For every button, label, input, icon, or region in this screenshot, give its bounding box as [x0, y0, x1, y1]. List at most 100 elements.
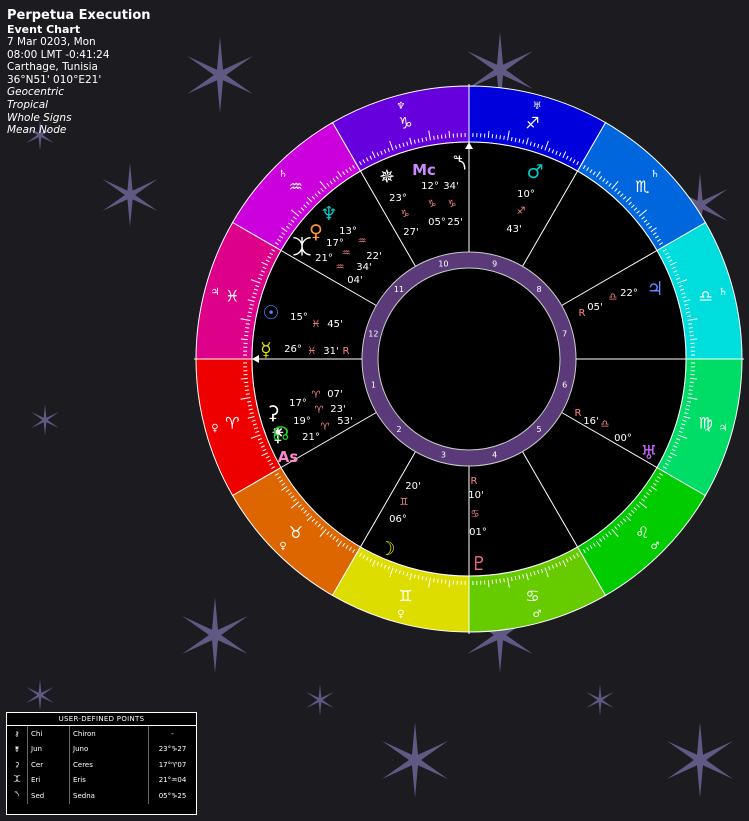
house-number-5: 5 — [536, 425, 541, 434]
planet-min: 22' — [366, 251, 381, 262]
planet-min: 06° — [389, 514, 407, 525]
tick — [688, 393, 693, 395]
sign-glyph-sagittarius: ♐ — [525, 113, 539, 132]
sign-glyph-virgo: ♍ — [698, 413, 712, 432]
house-number-4: 4 — [492, 451, 497, 460]
sign-glyph-leo: ♌ — [635, 523, 649, 542]
planet-glyph-pluto: ♇ — [470, 553, 487, 575]
planet-deg: 21° — [315, 253, 333, 264]
sign-glyph-cancer: ♋ — [525, 587, 539, 606]
planet-deg: 21° — [302, 432, 320, 443]
planet-min: 25' — [447, 217, 462, 228]
house-number-6: 6 — [562, 381, 567, 390]
planet-glyph-sun: ☉ — [262, 302, 279, 324]
planet-deg: 26° — [284, 344, 302, 355]
planet-sign: ♓ — [308, 346, 317, 357]
planet-deg: 12° — [421, 181, 439, 192]
planet-sign: ♒ — [358, 236, 367, 247]
sign-ruler-aquarius: ♄ — [279, 169, 288, 180]
planet-glyph-node: ☊ — [273, 423, 290, 445]
udp-abbr: Chi — [27, 726, 70, 742]
planet-min: 27' — [403, 227, 418, 238]
planet-sign: ♈ — [321, 422, 330, 433]
house-number-3: 3 — [441, 451, 446, 460]
planet-glyph-midheaven: Mc — [412, 161, 436, 179]
tick — [503, 578, 505, 583]
planet-sign: ♎ — [609, 292, 618, 303]
sign-ruler-scorpio: ♄ — [650, 169, 659, 180]
planet-sign: ♒ — [342, 248, 351, 259]
planet-glyph-uranus: ♅ — [640, 442, 657, 464]
planet-deg: 13° — [339, 226, 357, 237]
udp-position: 21°♒04 — [148, 772, 196, 788]
sign-ruler-leo: ♂ — [650, 541, 659, 552]
planet-deg: 34' — [443, 181, 458, 192]
tick — [503, 135, 505, 140]
sign-glyph-gemini: ♊ — [398, 587, 412, 606]
udp-name: Ceres — [69, 757, 149, 773]
planet-min: 05' — [587, 302, 602, 313]
udp-glyph: ⚵ — [14, 745, 20, 754]
planet-min: 04' — [347, 275, 362, 286]
sign-glyph-taurus: ♉ — [289, 523, 303, 542]
tick — [437, 135, 439, 140]
house-number-10: 10 — [438, 259, 448, 268]
tick — [690, 377, 698, 380]
planet-min: 53' — [337, 416, 352, 427]
tick — [240, 338, 248, 341]
udp-row[interactable]: ⚷ Chi Chiron - — [7, 726, 196, 742]
planet-min: 45' — [327, 319, 342, 330]
planet-min: 07' — [327, 389, 342, 400]
udp-name: Sedna — [69, 788, 149, 804]
sign-glyph-capricorn: ♑ — [398, 113, 412, 132]
tick — [487, 580, 490, 588]
planet-min: 34' — [356, 262, 371, 273]
udp-glyph: ⯲ — [14, 790, 20, 799]
planet-sign: ♊ — [400, 497, 409, 508]
udp-position: - — [148, 726, 196, 742]
planet-sign: ♑ — [448, 199, 457, 210]
planet-glyph-ascendant: As — [278, 448, 299, 466]
house-number-1: 1 — [371, 381, 376, 390]
planet-sign: ♈ — [312, 390, 321, 401]
user-defined-points-table: USER-DEFINED POINTS ⚷ Chi Chiron - ⚵ Jun Juno… — [6, 712, 197, 815]
tick — [433, 135, 435, 140]
house-number-8: 8 — [536, 285, 541, 294]
planet-sign: ♓ — [312, 319, 321, 330]
planet-sign: ♐ — [517, 206, 526, 217]
planet-min: 23' — [330, 404, 345, 415]
house-number-2: 2 — [396, 425, 401, 434]
udp-caption: USER-DEFINED POINTS — [7, 713, 196, 726]
sign-ruler-virgo: ♃ — [719, 423, 728, 434]
tick — [499, 135, 501, 140]
chart-wheel[interactable]: ♈♀♉♀♊♀♋♂♌♂♍ ♃♎ ♄♏♄♐♅♑♆♒♄♓♃123 456789101112☉… — [0, 0, 749, 821]
planet-min: 05° — [428, 217, 446, 228]
sign-glyph-libra: ♎ — [698, 287, 712, 306]
tick — [487, 130, 490, 138]
udp-abbr: Jun — [27, 741, 70, 757]
udp-row[interactable]: ⚳ Cer Ceres 17°♈07 — [7, 757, 196, 773]
house-ring-inner — [377, 267, 561, 451]
planet-sign: ♑ — [428, 199, 437, 210]
planet-retro: R — [343, 346, 350, 357]
planet-glyph-mars: ♂ — [526, 161, 543, 183]
planet-glyph-sedna: ⯲ — [454, 152, 467, 174]
planet-retro: R — [575, 408, 582, 419]
planet-deg: 10° — [517, 189, 535, 200]
planet-min: 00° — [614, 433, 632, 444]
planet-sign: ♈ — [315, 405, 324, 416]
planet-sign: ♒ — [336, 262, 345, 273]
udp-row[interactable]: ⯰ Eri Eris 21°♒04 — [7, 772, 196, 788]
udp-row[interactable]: ⯲ Sed Sedna 05°♑25 — [7, 788, 196, 804]
planet-deg: 10' — [468, 490, 483, 501]
house-number-9: 9 — [492, 259, 497, 268]
tick — [448, 580, 451, 588]
planet-retro: R — [579, 308, 586, 319]
udp-position: 05°♑25 — [148, 788, 196, 804]
udp-abbr: Eri — [27, 772, 70, 788]
tick — [688, 327, 693, 329]
planet-glyph-moon: ☽ — [378, 538, 395, 560]
sign-glyph-aries: ♈ — [225, 413, 239, 432]
sign-glyph-pisces: ♓ — [225, 287, 239, 306]
udp-row[interactable]: ⚵ Jun Juno 23°♑27 — [7, 741, 196, 757]
